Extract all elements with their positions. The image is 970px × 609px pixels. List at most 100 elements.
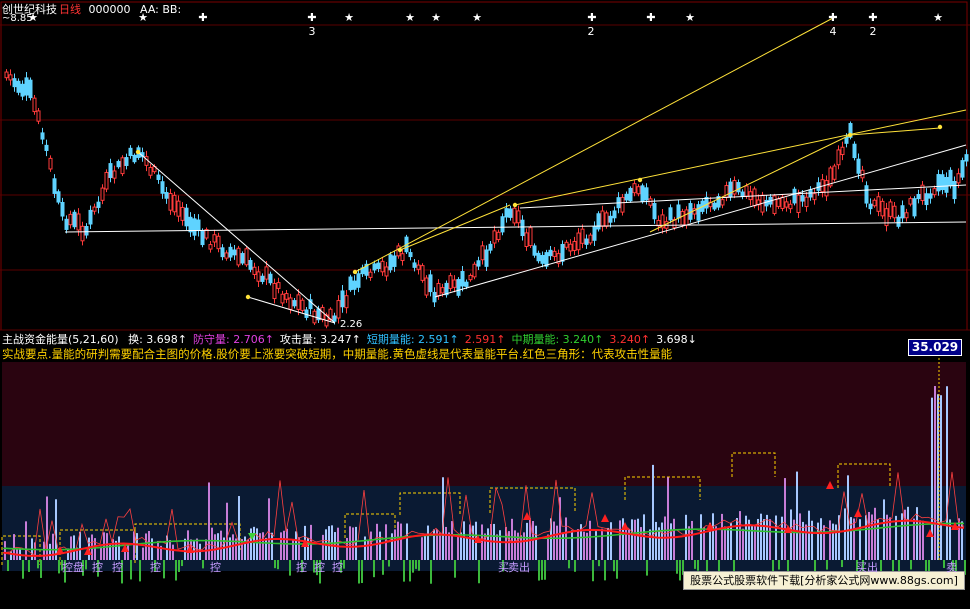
volume-bar-neg-18	[58, 560, 60, 574]
candle-body-228	[916, 194, 921, 200]
signal-tag-7: 控	[332, 561, 343, 574]
volume-bar-242	[730, 523, 732, 560]
indicator-value-0: 换: 3.698↑	[128, 333, 187, 346]
candle-body-106	[428, 274, 433, 293]
top-marker-6: ★	[431, 11, 441, 24]
volume-bar-neg-91	[277, 560, 279, 570]
candle-body-12	[52, 178, 57, 194]
pivot-dot-7	[937, 124, 943, 130]
candle-body-8	[36, 110, 41, 122]
candle-body-157	[632, 183, 637, 194]
candle-body-1	[8, 74, 13, 81]
volume-bar-neg-214	[646, 560, 648, 576]
volume-bar-neg-95	[289, 560, 291, 576]
candle-body-61	[248, 260, 253, 270]
volume-bar-neg-196	[592, 560, 594, 582]
volume-bar-neg-8	[28, 560, 30, 572]
volume-bar-neg-6	[22, 560, 24, 579]
candle-body-225	[904, 212, 909, 219]
candle-body-218	[876, 196, 881, 212]
volume-bar-neg-11	[37, 560, 39, 569]
volume-bar-neg-119	[361, 560, 363, 584]
candle-body-115	[464, 281, 469, 287]
candle-body-21	[88, 209, 93, 225]
volume-bar-33	[103, 532, 105, 560]
candle-body-169	[680, 210, 685, 226]
candle-body-94	[380, 260, 385, 273]
candle-body-102	[412, 262, 417, 268]
candle-body-222	[892, 205, 897, 219]
candle-body-66	[268, 273, 273, 284]
candle-body-233	[936, 174, 941, 192]
candle-body-202	[812, 193, 817, 201]
candle-body-140	[564, 241, 569, 248]
volume-bar-215	[649, 529, 651, 560]
volume-bar-neg-279	[841, 560, 843, 568]
volume-bar-201	[607, 527, 609, 560]
candle-body-83	[336, 300, 341, 319]
volume-bar-neg-224	[676, 560, 678, 574]
volume-bar-neg-12	[40, 560, 42, 578]
candle-body-193	[776, 198, 781, 207]
candle-body-64	[260, 275, 265, 282]
candle-body-142	[572, 241, 577, 251]
trend-line-1	[137, 151, 336, 324]
volume-bar-221	[667, 477, 669, 560]
volume-bar-168	[508, 531, 510, 560]
candle-body-152	[612, 210, 617, 219]
volume-bar-291	[877, 519, 879, 560]
volume-bar-neg-113	[343, 560, 345, 569]
volume-bar-121	[367, 539, 369, 560]
footer-banner[interactable]: 股票公式股票软件下载[分析家公式网www.88gs.com]	[683, 571, 965, 590]
volume-bar-78	[238, 496, 240, 560]
volume-bar-268	[808, 510, 810, 560]
top-marker-12: ✚	[868, 11, 877, 24]
volume-bar-neg-274	[826, 560, 828, 570]
volume-bar-199	[601, 528, 603, 560]
volume-bar-neg-150	[454, 560, 456, 578]
volume-bar-193	[583, 531, 585, 560]
volume-bar-306	[922, 520, 924, 560]
candle-body-104	[420, 265, 425, 281]
candle-body-155	[624, 193, 629, 201]
volume-bar-271	[817, 522, 819, 560]
volume-bar-neg-231	[697, 560, 699, 571]
candle-body-136	[548, 249, 553, 257]
candle-body-16	[68, 213, 73, 226]
indicator-values-row: 主战资金能量(5,21,60) 换: 3.698↑ 防守量: 2.706↑ 攻击量:…	[2, 331, 703, 347]
volume-bar-219	[661, 522, 663, 560]
volume-bar-88	[268, 498, 270, 560]
volume-bar-222	[670, 523, 672, 560]
volume-bar-195	[589, 520, 591, 560]
volume-bar-2	[10, 551, 12, 560]
volume-bar-237	[715, 526, 717, 560]
volume-bar-314	[946, 386, 948, 560]
candle-body-84	[340, 290, 345, 308]
volume-bar-206	[622, 518, 624, 560]
candle-body-235	[944, 176, 949, 193]
volume-bar-183	[553, 521, 555, 560]
candle-body-119	[480, 245, 485, 261]
volume-bar-210	[634, 519, 636, 560]
count-label-1: 2	[588, 25, 595, 38]
candle-body-85	[344, 295, 349, 309]
candle-body-224	[900, 205, 905, 219]
candle-body-135	[544, 252, 549, 267]
candle-body-156	[628, 187, 633, 202]
volume-bar-68	[208, 482, 210, 560]
volume-bar-288	[868, 511, 870, 560]
candle-body-51	[208, 244, 213, 250]
candle-body-69	[280, 293, 285, 304]
candle-body-134	[540, 254, 545, 264]
volume-bar-neg-135	[409, 560, 411, 582]
volume-bar-154	[466, 536, 468, 560]
volume-bar-147	[445, 526, 447, 560]
volume-bar-38	[118, 536, 120, 560]
candle-body-209	[840, 146, 845, 156]
indicator-peak-value: 35.029	[908, 339, 962, 356]
indicator-value-3: 短期量能: 2.591↑	[366, 333, 459, 346]
volume-bar-neg-42	[130, 560, 132, 580]
candle-body-62	[252, 266, 257, 275]
candle-body-122	[492, 230, 497, 244]
volume-bar-217	[655, 521, 657, 560]
